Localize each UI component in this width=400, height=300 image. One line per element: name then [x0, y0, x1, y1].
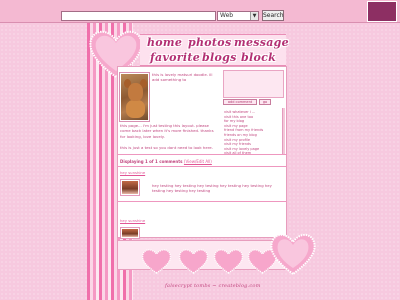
about-me-text: this is lovely matsuri doodle. ill add s… — [152, 72, 213, 83]
view-all-comments-link[interactable]: (View/Edit All) — [184, 159, 212, 164]
comment-author-link[interactable]: hey sunshine — [120, 170, 145, 175]
search-engine-select[interactable]: Web ▼ — [217, 11, 259, 21]
add-comment-input[interactable]: add comment — [223, 99, 257, 105]
search-engine-selected: Web — [220, 12, 234, 19]
add-comment-button[interactable]: go — [259, 99, 271, 105]
about-me-continued: this page... i'm just testing this layou… — [120, 123, 214, 139]
profile-photo — [119, 72, 150, 122]
nav-blogs-link[interactable]: blogs — [202, 51, 237, 64]
photo-dog-body — [126, 100, 145, 118]
comment-avatar[interactable] — [120, 179, 140, 196]
comments-header: Displaying 1 of 1 comments (View/Edit Al… — [120, 159, 212, 164]
chevron-down-icon: ▼ — [250, 12, 258, 20]
nav-home-link[interactable]: home — [147, 36, 182, 49]
nav-photos-link[interactable]: photos — [188, 36, 231, 49]
comment-divider — [117, 201, 287, 202]
search-button[interactable]: Search — [262, 10, 284, 21]
search-toolbar: Web ▼ Search — [0, 0, 400, 23]
section-divider — [117, 154, 287, 155]
nav-block-link[interactable]: block — [241, 51, 276, 64]
footer-credit[interactable]: falsecrypt tombs ~ createblog.com — [165, 283, 261, 289]
comment-box[interactable] — [223, 70, 284, 98]
comments-count-text: Displaying 1 of 1 comments — [120, 159, 183, 164]
navigation-bar: home photos message favorite blogs block — [140, 34, 289, 66]
photo-dog-head — [128, 83, 143, 101]
links-scrollbar[interactable] — [282, 108, 285, 154]
corner-badge — [367, 1, 397, 22]
heart-icon — [178, 249, 209, 274]
comment-author-link[interactable]: hey sunshine — [120, 218, 145, 223]
heart-icon — [213, 249, 244, 274]
nav-favorite-link[interactable]: favorite — [150, 51, 200, 64]
links-list: visit whatever i ... visit this one too … — [224, 110, 286, 156]
heart-icon — [141, 249, 172, 274]
search-input[interactable] — [61, 11, 216, 21]
comment-body: hey testing hey testing hey testing hey … — [152, 183, 272, 193]
big-heart-icon — [270, 233, 316, 276]
about-me-note: this is just a test so you dont need to … — [120, 145, 213, 150]
nav-message-link[interactable]: message — [234, 36, 289, 49]
comment-avatar[interactable] — [120, 227, 140, 239]
comments-divider — [117, 166, 287, 167]
